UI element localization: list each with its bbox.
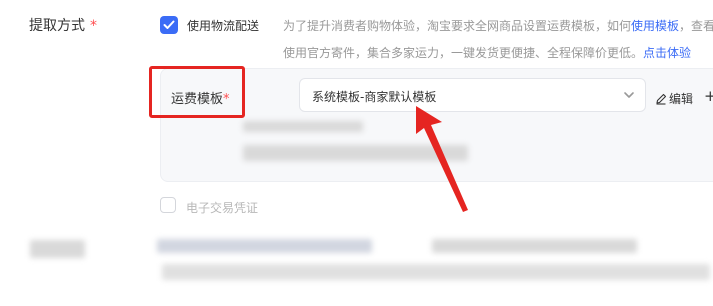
e-voucher-checkbox[interactable] — [160, 197, 176, 213]
red-arrow-annotation — [416, 106, 468, 212]
blurred-text — [243, 121, 363, 132]
edit-template-button[interactable]: 编辑 — [655, 90, 693, 107]
try-now-link[interactable]: 点击体验 — [643, 46, 691, 60]
required-mark: * — [223, 92, 230, 107]
desc-text-suffix: ，查看 — [679, 19, 713, 33]
pencil-icon — [656, 93, 667, 105]
use-template-link[interactable]: 使用模板 — [631, 19, 679, 33]
blurred-text — [432, 239, 637, 253]
desc-text-2: 使用官方寄件，集合多家运力，一键发货更便捷、全程保障价更低。 — [283, 46, 644, 60]
edit-label: 编辑 — [669, 92, 694, 106]
blurred-field-label — [30, 240, 85, 258]
add-template-button[interactable]: + — [704, 87, 713, 105]
desc-text: 为了提升消费者购物体验，淘宝要求全网商品设置运费模板，如何 — [283, 19, 632, 33]
field-label-text: 提取方式 — [29, 18, 85, 34]
field-label-extraction-method: 提取方式 * — [29, 15, 97, 35]
checkmark-icon — [163, 20, 175, 29]
blurred-text — [157, 239, 372, 253]
use-logistics-checkbox[interactable] — [160, 16, 178, 34]
e-voucher-label: 电子交易凭证 — [186, 201, 259, 215]
use-logistics-label[interactable]: 使用物流配送 — [187, 17, 259, 34]
freight-template-label: 运费模板* — [171, 88, 230, 107]
logistics-description-line2: 使用官方寄件，集合多家运力，一键发货更便捷、全程保障价更低。点击体验 — [283, 44, 691, 61]
required-mark: * — [90, 18, 97, 34]
freight-template-label-text: 运费模板 — [171, 92, 224, 107]
chevron-down-icon — [624, 92, 634, 98]
logistics-description-line1: 为了提升消费者购物体验，淘宝要求全网商品设置运费模板，如何使用模板，查看 — [283, 17, 713, 34]
blurred-text — [162, 264, 710, 280]
